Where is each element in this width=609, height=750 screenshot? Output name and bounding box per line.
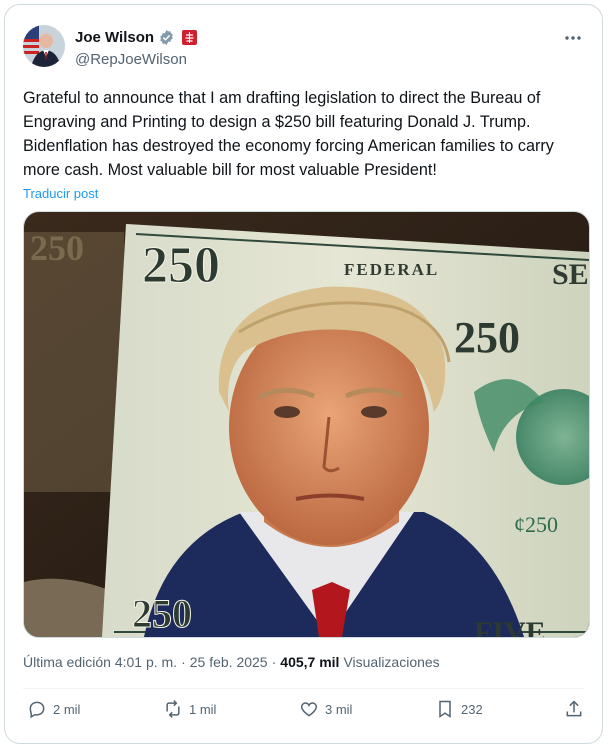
tweet-text: Grateful to announce that I am drafting …: [23, 89, 554, 179]
meta-separator: ·: [181, 654, 186, 670]
repost-icon: [166, 700, 180, 718]
tweet-header: Joe Wilson @RepJoeWilson: [23, 25, 584, 73]
reply-button[interactable]: 2 mil: [27, 699, 80, 719]
like-button[interactable]: 3 mil: [299, 699, 352, 719]
edited-timestamp[interactable]: Última edición 4:01 p. m.: [23, 654, 177, 670]
bill-denomination-top: 250: [142, 237, 220, 294]
bookmark-icon: [439, 700, 451, 718]
reply-icon: [29, 701, 45, 719]
bill-top-text: FEDERAL: [344, 260, 439, 279]
tweet-date[interactable]: 25 feb. 2025: [190, 654, 268, 670]
bill-denomination-right: 250: [454, 313, 520, 362]
repost-button[interactable]: 1 mil: [163, 699, 216, 719]
tweet-media-image[interactable]: 250 250 FEDERAL SE 250 ¢250 250 FIVE: [23, 211, 590, 638]
bill-denomination-bottom: 250: [132, 591, 192, 636]
divider: [23, 688, 584, 689]
congress-flag-icon: [182, 29, 198, 45]
avatar[interactable]: [23, 25, 65, 67]
trump-250-bill-image: 250 250 FEDERAL SE 250 ¢250 250 FIVE: [24, 212, 589, 637]
verified-badge-icon: [160, 29, 173, 45]
share-icon: [566, 700, 582, 717]
author-handle[interactable]: @RepJoeWilson: [75, 51, 197, 68]
views-label: Visualizaciones: [343, 654, 440, 670]
like-count: 3 mil: [325, 701, 353, 717]
share-button[interactable]: [564, 699, 584, 719]
bookmark-count: 232: [461, 701, 483, 717]
tweet-actions-bar: 2 mil 1 mil 3 mil 232: [23, 699, 584, 731]
author-display-name[interactable]: Joe Wilson: [75, 29, 154, 46]
tweet-meta: Última edición 4:01 p. m. · 25 feb. 2025…: [23, 654, 440, 670]
meta-separator: ·: [271, 654, 277, 670]
heart-icon: [300, 702, 318, 717]
svg-text:250: 250: [30, 228, 84, 268]
more-dots-icon: [565, 36, 581, 40]
bill-bottom-text: FIVE: [474, 616, 546, 637]
views-count: 405,7 mil: [280, 654, 340, 670]
more-options-button[interactable]: [562, 27, 584, 49]
translate-post-link[interactable]: Traducir post: [23, 186, 98, 201]
bookmark-button[interactable]: 232: [435, 699, 483, 719]
reply-count: 2 mil: [53, 701, 81, 717]
repost-count: 1 mil: [189, 701, 217, 717]
tweet-card: Joe Wilson @RepJoeWilson Grateful to ann…: [4, 4, 603, 744]
bill-side-letters: SE: [552, 258, 589, 291]
bill-small-value: ¢250: [514, 512, 558, 537]
author-names: Joe Wilson @RepJoeWilson: [75, 27, 198, 68]
